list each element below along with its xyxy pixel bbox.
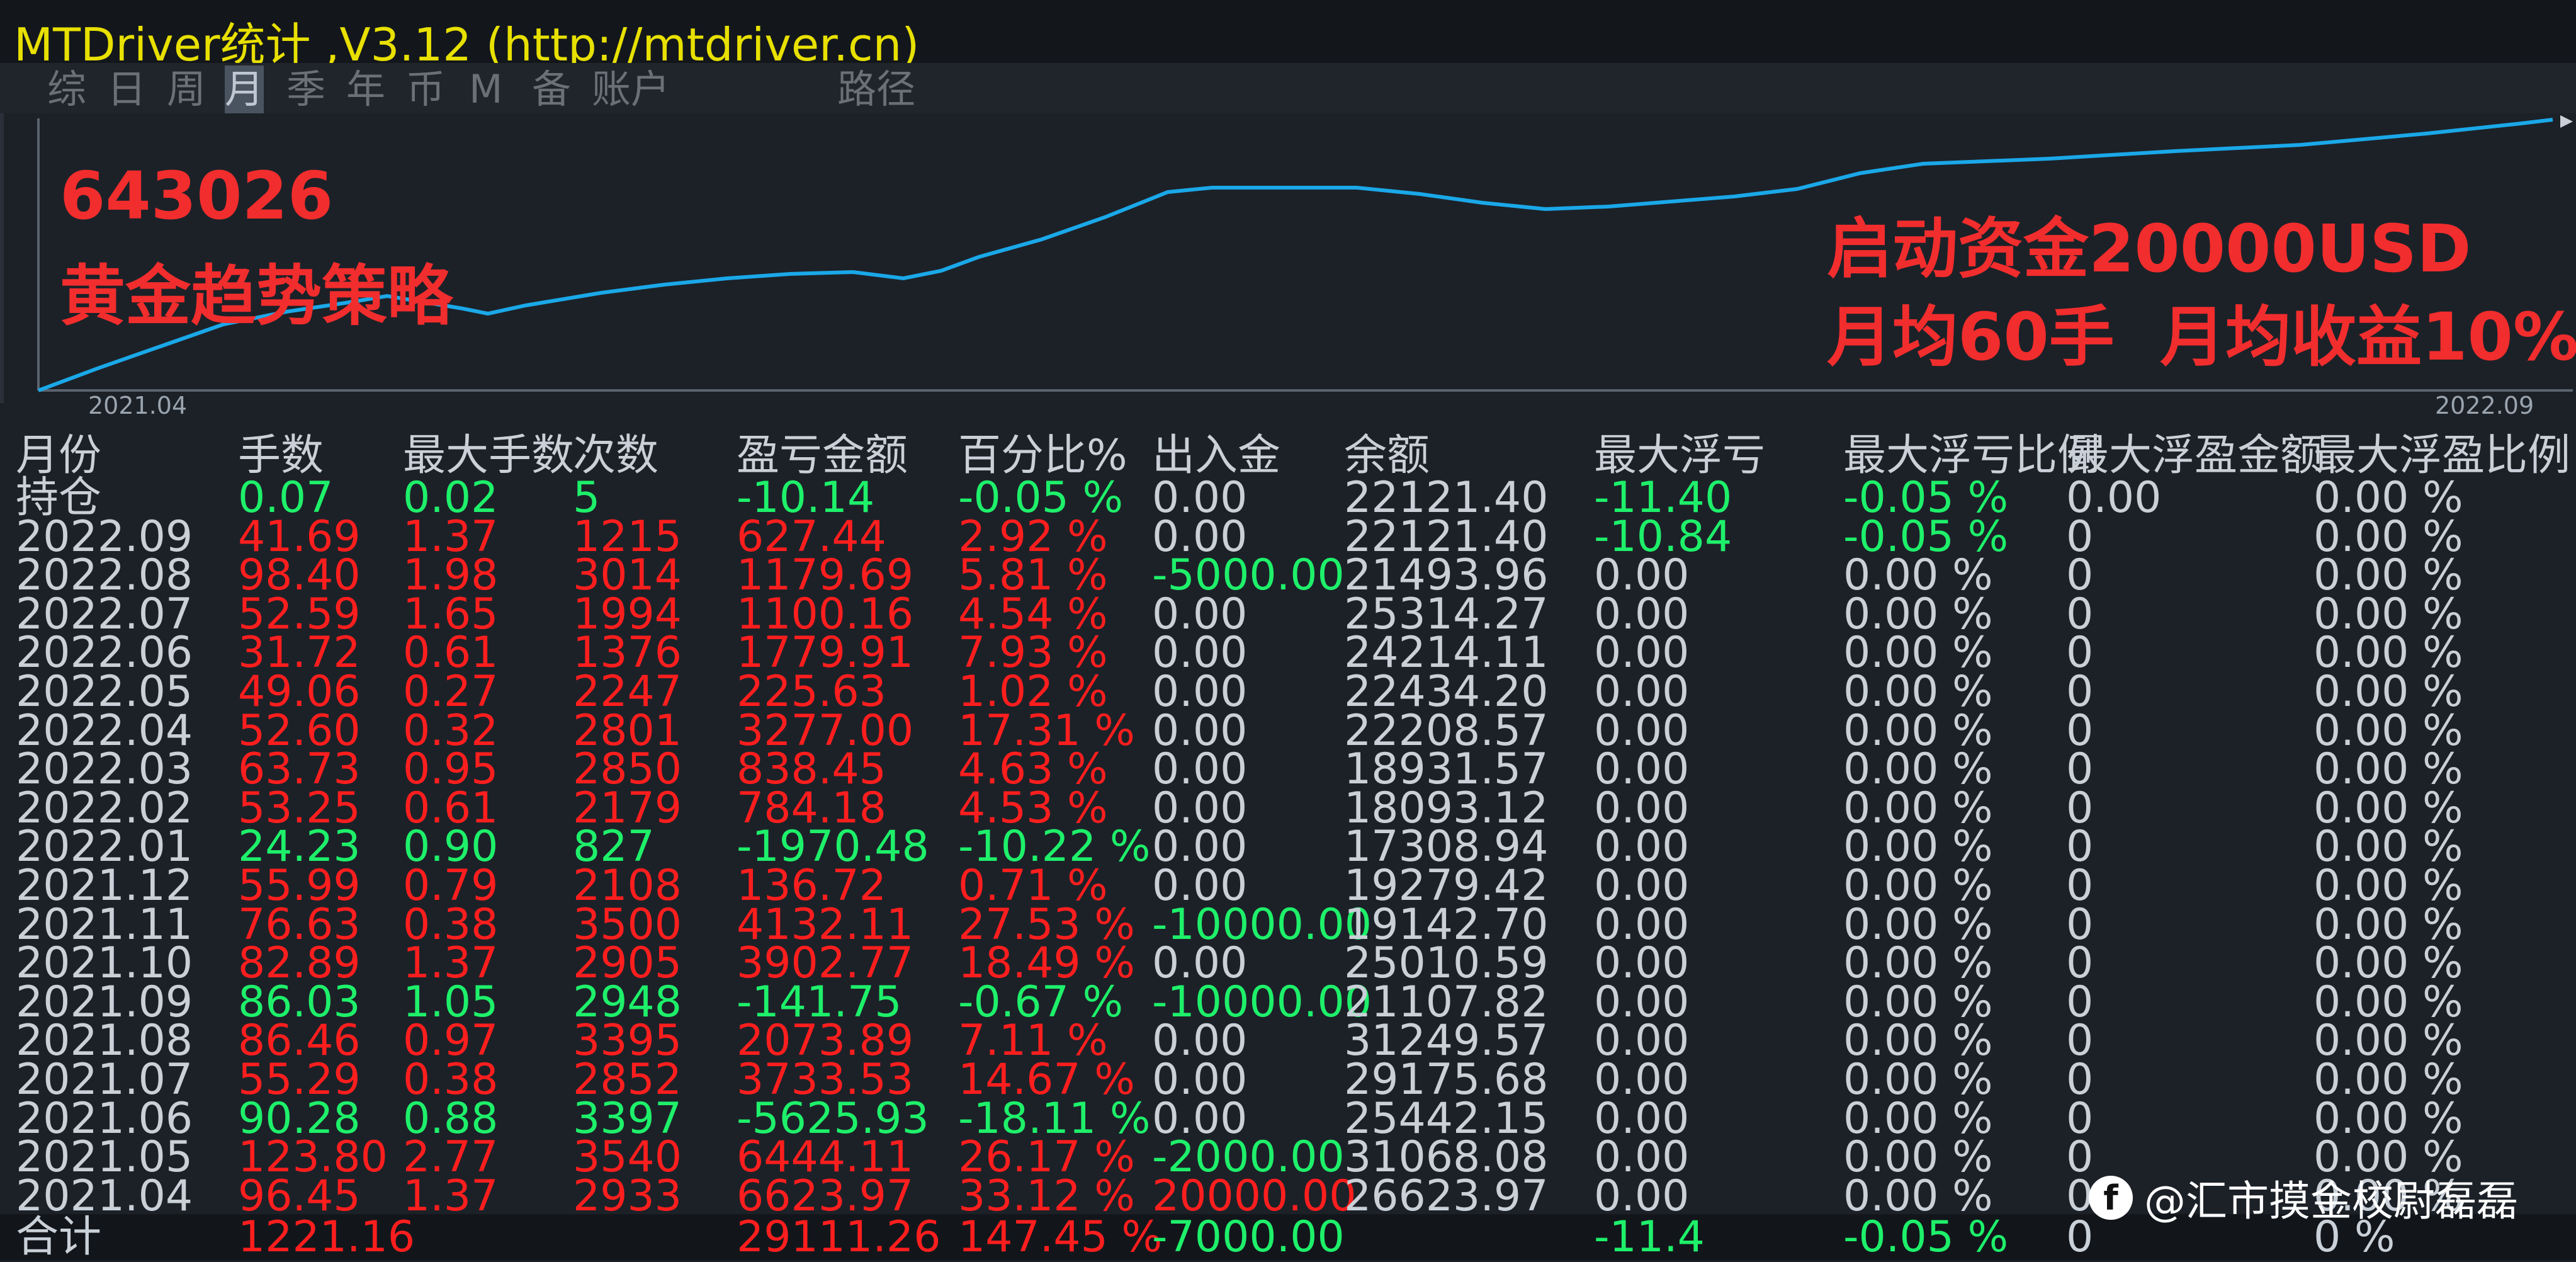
table-header: 月份 手数 最大手数 次数 盈亏金额 百分比% 出入金 余额 最大浮亏 最大浮亏比例 最大浮盈金额最… <box>0 433 2576 479</box>
monthly-stats: 月均60手 月均收益10% <box>1827 298 2576 375</box>
strategy-name: 黄金趋势策略 <box>60 258 453 334</box>
table-row[interactable]: 2022.07 52.59 1.65 1994 1100.16 4.54 % 0.00 253… <box>0 593 2576 635</box>
chart-scroll-arrow-icon[interactable] <box>2560 115 2573 128</box>
table-row[interactable]: 2022.01 24.23 0.90 827 -1970.48 -10.22 % 0.00 1… <box>0 826 2576 868</box>
column-header-balance[interactable]: 余额 <box>1344 433 1430 479</box>
title-bar: MTDriver统计 ,V3.12 (http://mtdriver.cn) <box>0 0 2576 71</box>
cell-max-float-loss: 0.00 <box>1594 1171 1690 1221</box>
column-header-max-float-profit[interactable]: 最大浮盈金额 <box>2066 433 2323 479</box>
chart-start-date: 2021.04 <box>88 392 188 419</box>
table-row[interactable]: 2022.05 49.06 0.27 2247 225.63 1.02 % 0.00 2243… <box>0 671 2576 713</box>
column-header-max-float-loss-pct[interactable]: 最大浮亏比例 <box>1843 433 2100 479</box>
menu-bar <box>0 63 2576 113</box>
cell-percent: 33.12 % <box>958 1171 1135 1221</box>
table-row[interactable]: 2021.07 55.29 0.38 2852 3733.53 14.67 % 0.00 29… <box>0 1059 2576 1101</box>
column-header-pnl[interactable]: 盈亏金额 <box>737 433 908 479</box>
table-row[interactable]: 2022.03 63.73 0.95 2850 838.45 4.63 % 0.00 1893… <box>0 748 2576 791</box>
total-max-float-loss-pct: -0.05 % <box>1843 1212 2009 1262</box>
total-month: 合计 <box>16 1212 102 1262</box>
menu-item-3[interactable]: 月 <box>225 65 264 113</box>
column-header-percent[interactable]: 百分比% <box>958 433 1127 479</box>
table-row[interactable]: 2022.04 52.60 0.32 2801 3277.00 17.31 % 0.00 22… <box>0 709 2576 752</box>
cell-max-float-loss-pct: 0.00 % <box>1843 1171 1993 1221</box>
menu-item-6[interactable]: 币 <box>406 65 445 113</box>
table-row[interactable]: 2022.02 53.25 0.61 2179 784.18 4.53 % 0.00 1809… <box>0 787 2576 829</box>
cell-deposit: 20000.00 <box>1152 1171 1357 1221</box>
starting-capital: 启动资金20000USD <box>1827 210 2471 287</box>
table-row[interactable]: 持仓 0.07 0.02 5 -10.14 -0.05 % 0.00 22121.40 -11.… <box>0 477 2576 520</box>
column-header-count[interactable]: 次数 <box>573 433 658 479</box>
watermark-text: @汇市摸金校尉磊磊 <box>2144 1177 2518 1225</box>
cell-balance: 26623.97 <box>1344 1171 1549 1221</box>
column-header-deposit[interactable]: 出入金 <box>1152 433 1280 479</box>
cell-lots: 96.45 <box>238 1171 361 1221</box>
f-logo-icon: f <box>2089 1176 2133 1220</box>
watermark: f @汇市摸金校尉磊磊 <box>2089 1168 2518 1228</box>
menu-item-1[interactable]: 日 <box>107 65 146 113</box>
table-row[interactable]: 2021.08 86.46 0.97 3395 2073.89 7.11 % 0.00 312… <box>0 1020 2576 1062</box>
total-deposit: -7000.00 <box>1152 1212 1345 1262</box>
menu-item-5[interactable]: 年 <box>346 65 385 113</box>
total-lots: 1221.16 <box>238 1212 415 1262</box>
total-pnl: 29111.26 <box>737 1212 941 1262</box>
table-row[interactable]: 2021.09 86.03 1.05 2948 -141.75 -0.67 % -10000… <box>0 981 2576 1023</box>
column-header-max-float-loss[interactable]: 最大浮亏 <box>1594 433 1765 479</box>
menu-item-4[interactable]: 季 <box>286 65 325 113</box>
menu-item-7[interactable]: M <box>469 65 503 113</box>
account-number: 643026 <box>60 157 334 234</box>
menu-item-8[interactable]: 备 <box>532 65 571 113</box>
table-row[interactable]: 2021.11 76.63 0.38 3500 4132.11 27.53 % -10000… <box>0 903 2576 946</box>
column-header-lots[interactable]: 手数 <box>238 433 324 479</box>
menu-item-10[interactable]: 路径 <box>837 65 915 113</box>
menu-item-0[interactable]: 综 <box>47 65 86 113</box>
table-row[interactable]: 2022.06 31.72 0.61 1376 1779.91 7.93 % 0.00 242… <box>0 632 2576 674</box>
chart-left-divider <box>0 113 4 403</box>
cell-month: 2021.04 <box>16 1171 193 1221</box>
column-header-max-lots[interactable]: 最大手数 <box>403 433 574 479</box>
column-header-month[interactable]: 月份 <box>16 433 101 479</box>
column-header-max-float-profit-pct[interactable]: 最大浮盈比例 <box>2313 433 2570 479</box>
menu-item-2[interactable]: 周 <box>167 65 206 113</box>
cell-pnl: 6623.97 <box>737 1171 914 1221</box>
total-max-float-loss: -11.4 <box>1594 1212 1705 1262</box>
table-row[interactable]: 2022.08 98.40 1.98 3014 1179.69 5.81 % -5000.0… <box>0 554 2576 597</box>
chart-end-date: 2022.09 <box>2435 392 2534 419</box>
menu-item-9[interactable]: 账户 <box>592 65 670 113</box>
total-percent: 147.45 % <box>958 1212 1163 1262</box>
cell-max-lots: 1.37 <box>403 1171 499 1221</box>
app-window: MTDriver统计 ,V3.12 (http://mtdriver.cn) 综… <box>0 0 2576 1260</box>
cell-count: 2933 <box>573 1171 682 1221</box>
